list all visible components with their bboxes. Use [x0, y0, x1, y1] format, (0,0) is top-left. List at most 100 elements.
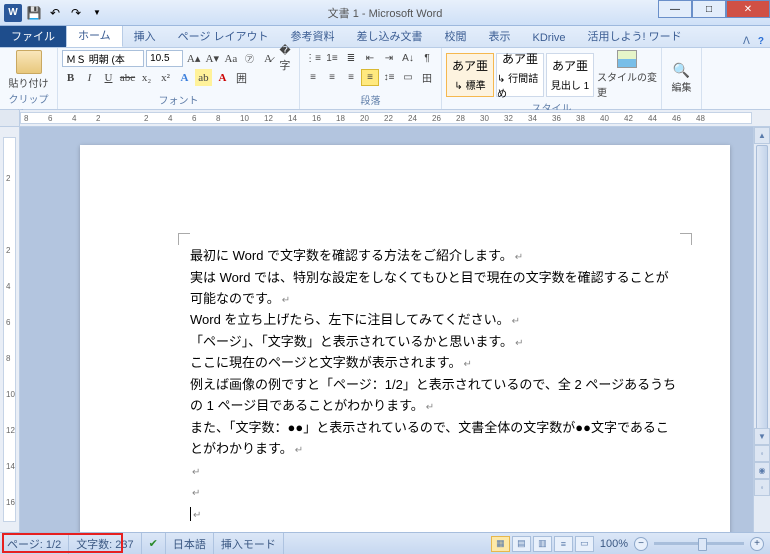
document-body[interactable]: 最初に Word で文字数を確認する方法をご紹介します。実は Word では、特… [190, 245, 680, 524]
view-fullscreen-button[interactable]: ▤ [512, 536, 531, 552]
char-shading-button[interactable]: 囲 [233, 69, 250, 86]
clipboard-icon [16, 50, 42, 74]
editing-button[interactable]: 🔍 編集 [672, 62, 692, 94]
view-outline-button[interactable]: ≡ [554, 536, 573, 552]
paste-button[interactable]: 貼り付け [9, 50, 49, 90]
group-font-label: フォント [62, 91, 295, 109]
status-proofing[interactable]: ✔ [142, 533, 166, 554]
find-icon: 🔍 [673, 62, 690, 79]
save-icon[interactable]: 💾 [25, 4, 43, 22]
qat-dropdown-icon[interactable]: ▼ [88, 4, 106, 22]
tab-file[interactable]: ファイル [0, 25, 66, 47]
tab-mailings[interactable]: 差し込み文書 [346, 25, 434, 47]
ribbon-minimize-icon[interactable]: ᐱ [743, 36, 750, 47]
font-size-combo[interactable]: 10.5 [146, 50, 183, 67]
tab-useword[interactable]: 活用しよう! ワード [577, 25, 693, 47]
align-center-button[interactable]: ≡ [323, 69, 341, 86]
tab-view[interactable]: 表示 [478, 25, 522, 47]
strikethrough-button[interactable]: abc [119, 69, 136, 86]
document-page[interactable]: 最初に Word で文字数を確認する方法をご紹介します。実は Word では、特… [80, 145, 730, 532]
zoom-in-button[interactable]: + [750, 537, 764, 551]
grow-font-button[interactable]: A▴ [185, 50, 202, 67]
status-word-count[interactable]: 文字数: 237 [69, 533, 141, 554]
next-page-button[interactable]: ◦ [754, 479, 770, 496]
sort-button[interactable]: A↓ [399, 50, 417, 67]
maximize-button[interactable]: □ [692, 0, 726, 18]
change-case-button[interactable]: Aa [223, 50, 240, 67]
undo-icon[interactable]: ↶ [46, 4, 64, 22]
scroll-thumb[interactable] [756, 145, 768, 455]
clear-formatting-button[interactable]: A̷ [260, 50, 277, 67]
doc-line[interactable]: 「ページ」、「文字数」と表示されているかと思います。 [190, 331, 680, 353]
document-viewport[interactable]: 最初に Word で文字数を確認する方法をご紹介します。実は Word では、特… [20, 127, 753, 532]
numbering-button[interactable]: 1≡ [323, 50, 341, 67]
doc-line[interactable]: ここに現在のページと文字数が表示されます。 [190, 352, 680, 374]
horizontal-ruler[interactable]: 8642246810121416182022242628303234363840… [0, 110, 770, 127]
doc-line[interactable]: 例えば画像の例ですと「ページ：1/2」と表示されているので、全 2 ページあるう… [190, 374, 680, 417]
borders-button[interactable]: 田 [418, 69, 436, 86]
tab-home[interactable]: ホーム [66, 23, 123, 47]
prev-page-button[interactable]: ◦ [754, 445, 770, 462]
bold-button[interactable]: B [62, 69, 79, 86]
scroll-down-button[interactable]: ▼ [754, 428, 770, 445]
doc-line[interactable]: また、「文字数：●●」と表示されているので、文書全体の文字数が●●文字であること… [190, 417, 680, 460]
zoom-out-button[interactable]: − [634, 537, 648, 551]
redo-icon[interactable]: ↷ [67, 4, 85, 22]
word-app-icon[interactable]: W [4, 4, 22, 22]
tab-insert[interactable]: 挿入 [123, 25, 167, 47]
margin-corner-tr [680, 233, 692, 245]
align-right-button[interactable]: ≡ [342, 69, 360, 86]
enclose-char-button[interactable]: �字 [278, 50, 295, 67]
doc-line[interactable]: 実は Word では、特別な設定をしなくてもひと目で現在の文字数を確認することが… [190, 267, 680, 310]
vertical-ruler[interactable]: 2246810121416 [0, 127, 20, 532]
doc-line[interactable] [190, 460, 680, 482]
style-item-2[interactable]: あア亜見出し 1 [546, 53, 594, 97]
shrink-font-button[interactable]: A▾ [204, 50, 221, 67]
tab-review[interactable]: 校閲 [434, 25, 478, 47]
shading-button[interactable]: ▭ [399, 69, 417, 86]
justify-button[interactable]: ≡ [361, 69, 379, 86]
multilevel-button[interactable]: ≣ [342, 50, 360, 67]
scroll-up-button[interactable]: ▲ [754, 127, 770, 144]
bullets-button[interactable]: ⋮≡ [304, 50, 322, 67]
line-spacing-button[interactable]: ↕≡ [380, 69, 398, 86]
tab-layout[interactable]: ページ レイアウト [167, 25, 280, 47]
zoom-level[interactable]: 100% [600, 538, 628, 550]
phonetic-guide-button[interactable]: ㋐ [241, 50, 258, 67]
ribbon: 貼り付け クリップボード ＭＳ 明朝 (本 10.5 A▴ A▾ Aa ㋐ A̷… [0, 48, 770, 110]
style-item-0[interactable]: あア亜↳ 標準 [446, 53, 494, 97]
decrease-indent-button[interactable]: ⇤ [361, 50, 379, 67]
italic-button[interactable]: I [81, 69, 98, 86]
doc-line[interactable]: 最初に Word で文字数を確認する方法をご紹介します。 [190, 245, 680, 267]
highlight-button[interactable]: ab [195, 69, 212, 86]
zoom-slider[interactable] [654, 542, 744, 545]
font-color-button[interactable]: A [214, 69, 231, 86]
title-bar: W 💾 ↶ ↷ ▼ 文書 1 - Microsoft Word — □ ✕ [0, 0, 770, 26]
font-name-combo[interactable]: ＭＳ 明朝 (本 [62, 50, 144, 67]
view-web-button[interactable]: ▥ [533, 536, 552, 552]
close-button[interactable]: ✕ [726, 0, 770, 18]
view-draft-button[interactable]: ▭ [575, 536, 594, 552]
show-marks-button[interactable]: ¶ [418, 50, 436, 67]
style-item-1[interactable]: あア亜↳ 行間詰め [496, 53, 544, 97]
increase-indent-button[interactable]: ⇥ [380, 50, 398, 67]
minimize-button[interactable]: — [658, 0, 692, 18]
status-language[interactable]: 日本語 [166, 533, 214, 554]
help-icon[interactable]: ? [758, 36, 764, 47]
tab-kdrive[interactable]: KDrive [522, 29, 577, 47]
ruler-corner[interactable] [0, 110, 20, 126]
status-page[interactable]: ページ: 1/2 [0, 533, 69, 554]
vertical-scrollbar[interactable]: ▲ ▼ ◦ ◉ ◦ [753, 127, 770, 532]
status-insert-mode[interactable]: 挿入モード [214, 533, 284, 554]
ribbon-tabs: ファイル ホーム 挿入 ページ レイアウト 参考資料 差し込み文書 校閲 表示 … [0, 26, 770, 48]
view-print-layout-button[interactable]: ▦ [491, 536, 510, 552]
superscript-button[interactable]: x² [157, 69, 174, 86]
subscript-button[interactable]: x₂ [138, 69, 155, 86]
underline-button[interactable]: U [100, 69, 117, 86]
align-left-button[interactable]: ≡ [304, 69, 322, 86]
doc-line[interactable] [190, 481, 680, 503]
change-styles-button[interactable]: スタイルの変更 [597, 50, 657, 99]
text-effects-button[interactable]: A [176, 69, 193, 86]
browse-object-button[interactable]: ◉ [754, 462, 770, 479]
doc-line[interactable]: Word を立ち上げたら、左下に注目してみてください。 [190, 309, 680, 331]
